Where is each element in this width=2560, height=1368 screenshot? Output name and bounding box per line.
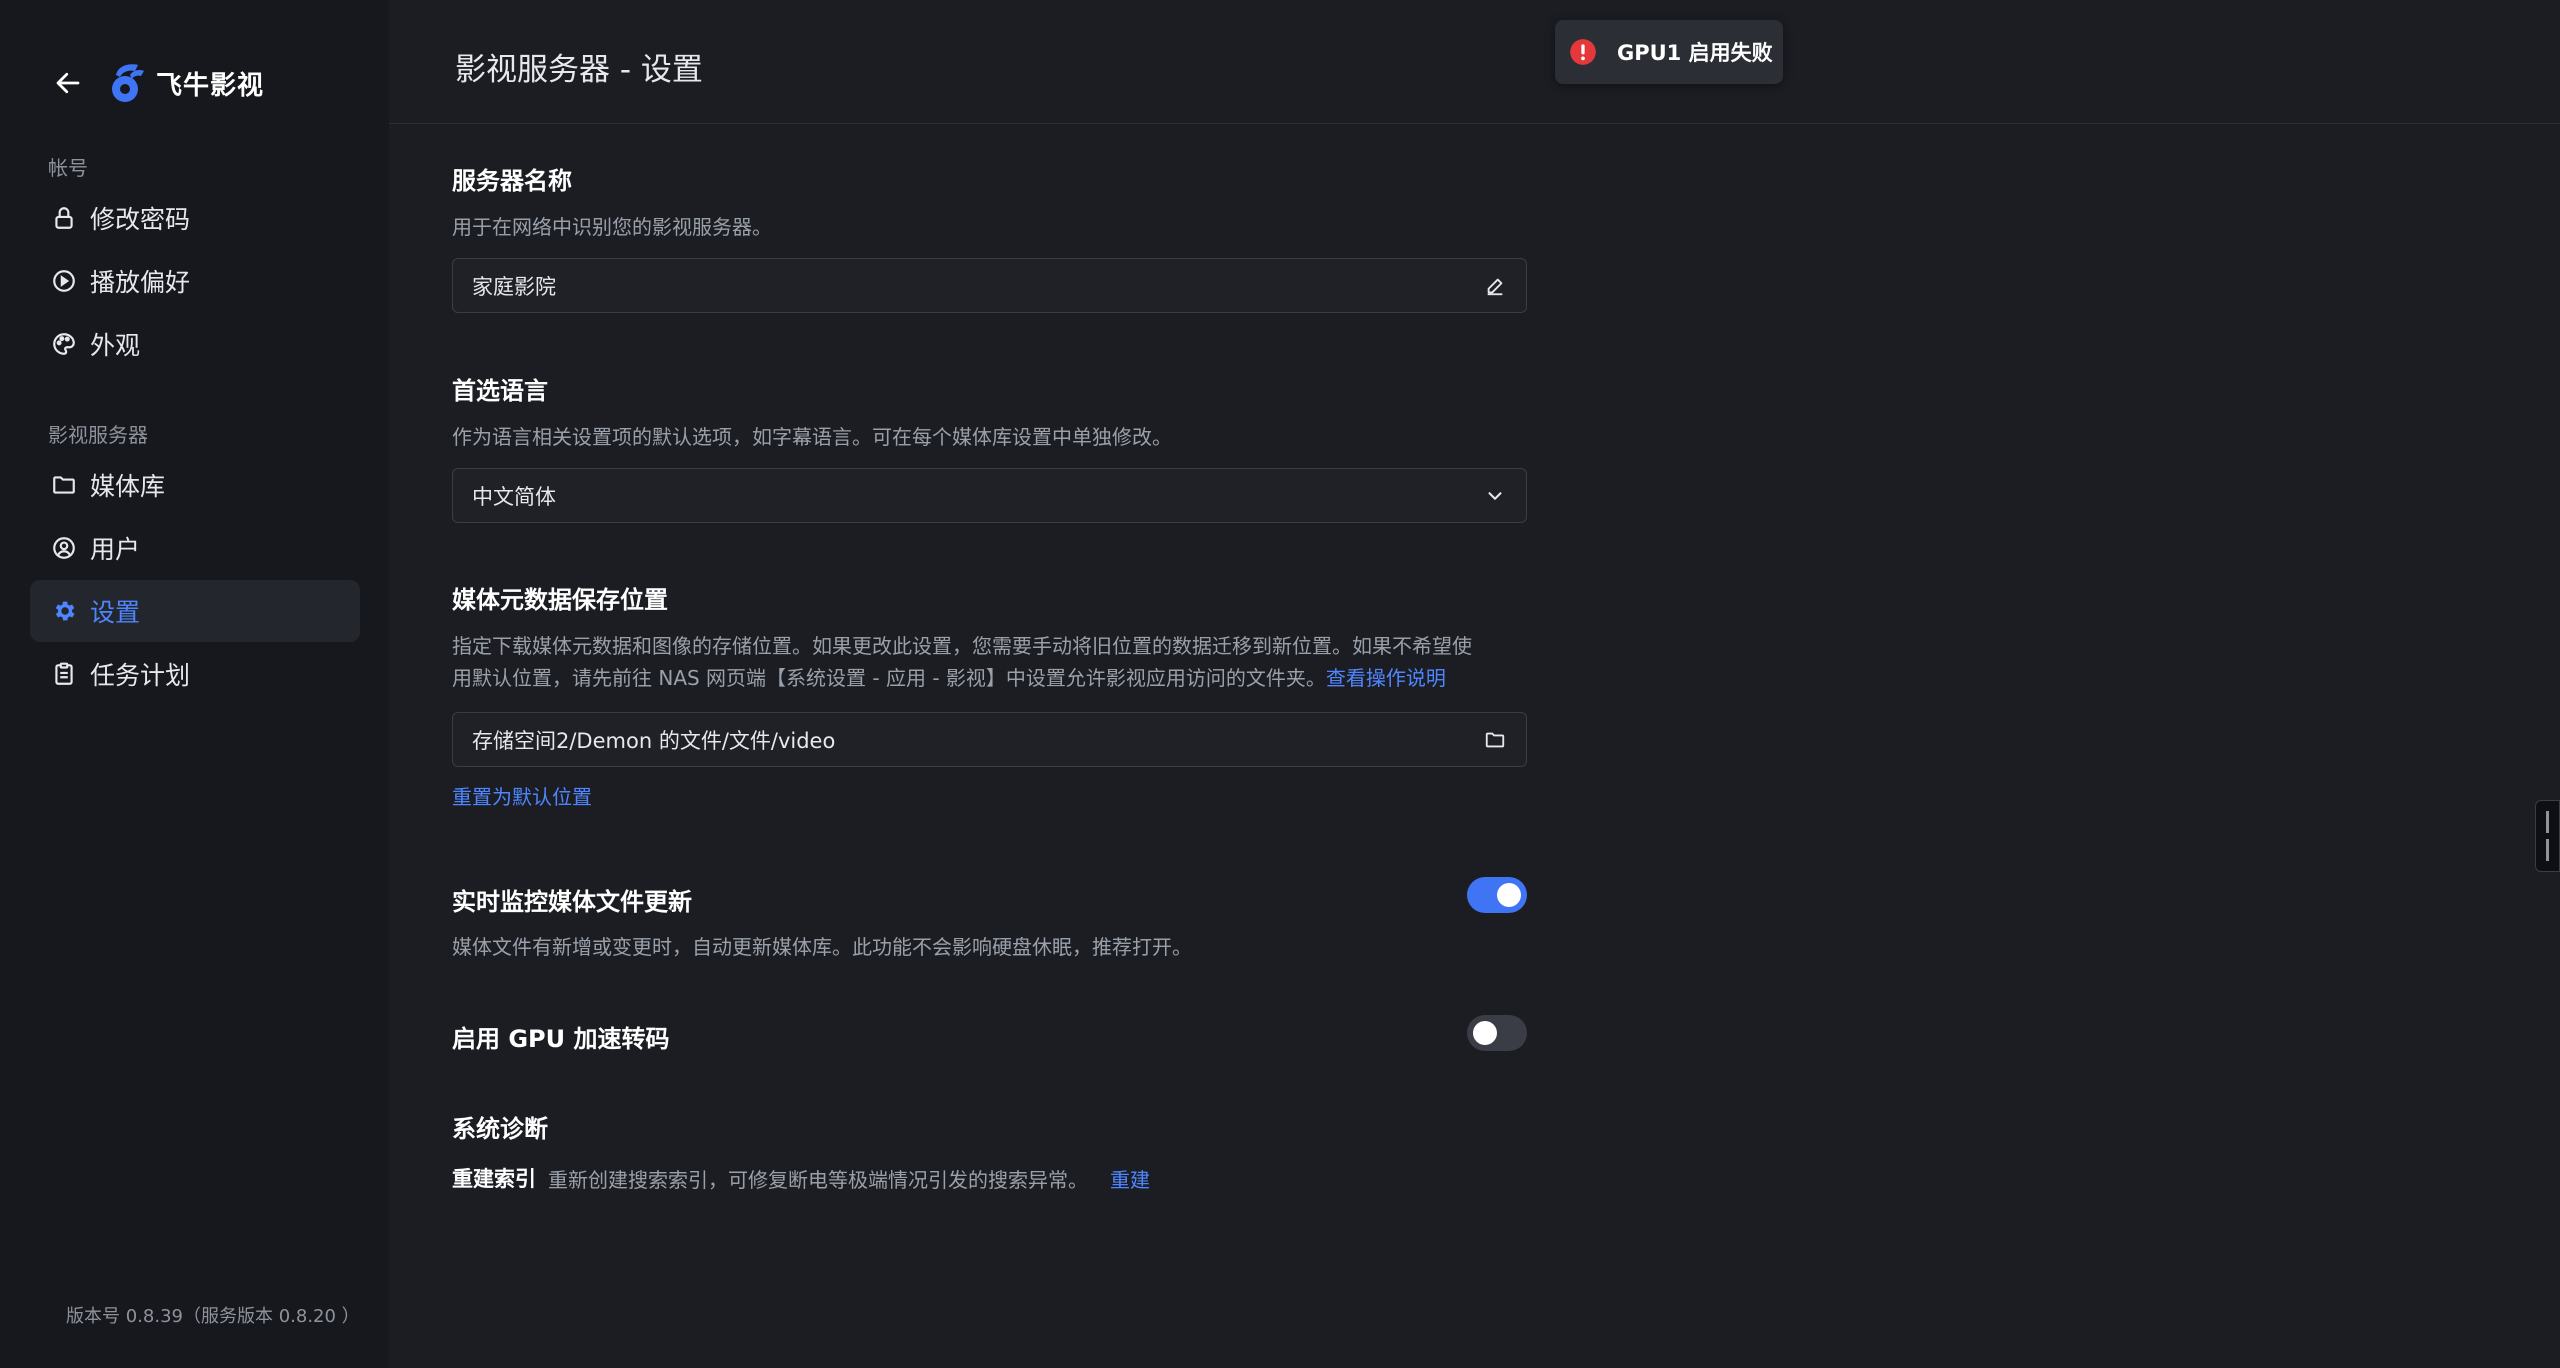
language-select[interactable]: 中文简体 xyxy=(452,468,1527,523)
arrow-left-icon xyxy=(56,72,80,94)
handle-grip xyxy=(2546,811,2549,833)
sidebar-item-settings[interactable]: 设置 xyxy=(30,580,360,642)
server-name-field[interactable]: 家庭影院 xyxy=(452,258,1527,313)
lock-icon xyxy=(50,204,78,232)
error-icon xyxy=(1570,39,1596,65)
diagnostics-title: 系统诊断 xyxy=(452,1115,548,1143)
server-name-value: 家庭影院 xyxy=(472,274,556,299)
edit-icon[interactable] xyxy=(1482,273,1508,299)
sidebar-item-label: 用户 xyxy=(90,535,141,564)
error-toast: GPU1 启用失败 xyxy=(1555,20,1783,84)
sidebar-item-media-library[interactable]: 媒体库 xyxy=(30,454,360,516)
sidebar-item-change-password[interactable]: 修改密码 xyxy=(30,187,360,249)
toggle-knob xyxy=(1473,1021,1497,1045)
brand-name: 飞牛影视 xyxy=(156,70,265,101)
metadata-desc-line1: 指定下载媒体元数据和图像的存储位置。如果更改此设置，您需要手动将旧位置的数据迁移… xyxy=(452,634,1472,658)
top-bar: 影视服务器 - 设置 xyxy=(389,0,2560,124)
metadata-title: 媒体元数据保存位置 xyxy=(452,586,668,614)
server-name-title: 服务器名称 xyxy=(452,167,572,195)
metadata-desc-line2: 用默认位置，请先前往 NAS 网页端【系统设置 - 应用 - 影视】中设置允许影… xyxy=(452,662,1527,694)
language-value: 中文简体 xyxy=(472,484,556,509)
toggle-knob xyxy=(1497,883,1521,907)
sidebar-item-label: 任务计划 xyxy=(90,661,191,690)
help-link[interactable]: 查看操作说明 xyxy=(1326,666,1446,690)
server-name-desc: 用于在网络中识别您的影视服务器。 xyxy=(452,215,772,239)
sidebar-item-tasks[interactable]: 任务计划 xyxy=(30,643,360,705)
sidebar: 飞牛影视 帐号 修改密码 播放偏好 外观 影视服务器 媒体库 用户 设置 任务计… xyxy=(0,0,389,1368)
page-title: 影视服务器 - 设置 xyxy=(455,52,703,88)
sidebar-item-users[interactable]: 用户 xyxy=(30,517,360,579)
version-text: 版本号 0.8.39（服务版本 0.8.20 ） xyxy=(66,1306,360,1327)
section-label-account: 帐号 xyxy=(48,156,88,180)
app-window: 飞牛影视 帐号 修改密码 播放偏好 外观 影视服务器 媒体库 用户 设置 任务计… xyxy=(0,0,2560,1368)
rebuild-button[interactable]: 重建 xyxy=(1110,1164,1150,1193)
metadata-desc-line2-text: 用默认位置，请先前往 NAS 网页端【系统设置 - 应用 - 影视】中设置允许影… xyxy=(452,666,1326,690)
sidebar-item-label: 播放偏好 xyxy=(90,268,191,297)
realtime-title: 实时监控媒体文件更新 xyxy=(452,888,692,916)
rebuild-index-desc: 重新创建搜索索引，可修复断电等极端情况引发的搜索异常。 xyxy=(548,1167,1088,1192)
metadata-path-value: 存储空间2/Demon 的文件/文件/video xyxy=(472,728,836,753)
rebuild-index-label: 重建索引 xyxy=(452,1167,536,1191)
gpu-title: 启用 GPU 加速转码 xyxy=(452,1025,670,1053)
back-button[interactable] xyxy=(48,63,88,103)
toast-message: GPU1 启用失败 xyxy=(1617,41,1773,65)
rebuild-index-row: 重建索引 重新创建搜索索引，可修复断电等极端情况引发的搜索异常。 重建 xyxy=(452,1163,1150,1193)
realtime-desc: 媒体文件有新增或变更时，自动更新媒体库。此功能不会影响硬盘休眠，推荐打开。 xyxy=(452,935,1192,959)
folder-icon xyxy=(50,471,78,499)
main-content: 影视服务器 - 设置 GPU1 启用失败 服务器名称 用于在网络中识别您的影视服… xyxy=(389,0,2560,1368)
clipboard-icon xyxy=(50,660,78,688)
gpu-toggle[interactable] xyxy=(1467,1015,1527,1051)
sidebar-item-label: 修改密码 xyxy=(90,205,191,234)
realtime-toggle[interactable] xyxy=(1467,877,1527,913)
chevron-down-icon xyxy=(1482,483,1508,509)
side-drawer-handle[interactable] xyxy=(2535,800,2560,872)
app-logo-icon xyxy=(112,64,144,102)
sidebar-item-label: 设置 xyxy=(90,598,141,627)
brand: 飞牛影视 xyxy=(48,58,264,108)
sidebar-item-playback[interactable]: 播放偏好 xyxy=(30,250,360,312)
language-desc: 作为语言相关设置项的默认选项，如字幕语言。可在每个媒体库设置中单独修改。 xyxy=(452,425,1172,449)
palette-icon xyxy=(50,330,78,358)
folder-icon[interactable] xyxy=(1482,727,1508,753)
sidebar-item-label: 外观 xyxy=(90,331,141,360)
language-title: 首选语言 xyxy=(452,377,548,405)
sidebar-item-appearance[interactable]: 外观 xyxy=(30,313,360,375)
user-icon xyxy=(50,534,78,562)
gear-icon xyxy=(50,597,78,625)
section-label-server: 影视服务器 xyxy=(48,423,148,447)
metadata-path-field[interactable]: 存储空间2/Demon 的文件/文件/video xyxy=(452,712,1527,767)
play-circle-icon xyxy=(50,267,78,295)
metadata-desc: 指定下载媒体元数据和图像的存储位置。如果更改此设置，您需要手动将旧位置的数据迁移… xyxy=(452,630,1527,694)
sidebar-item-label: 媒体库 xyxy=(90,472,166,501)
reset-default-link[interactable]: 重置为默认位置 xyxy=(452,781,592,810)
handle-grip xyxy=(2546,839,2549,861)
